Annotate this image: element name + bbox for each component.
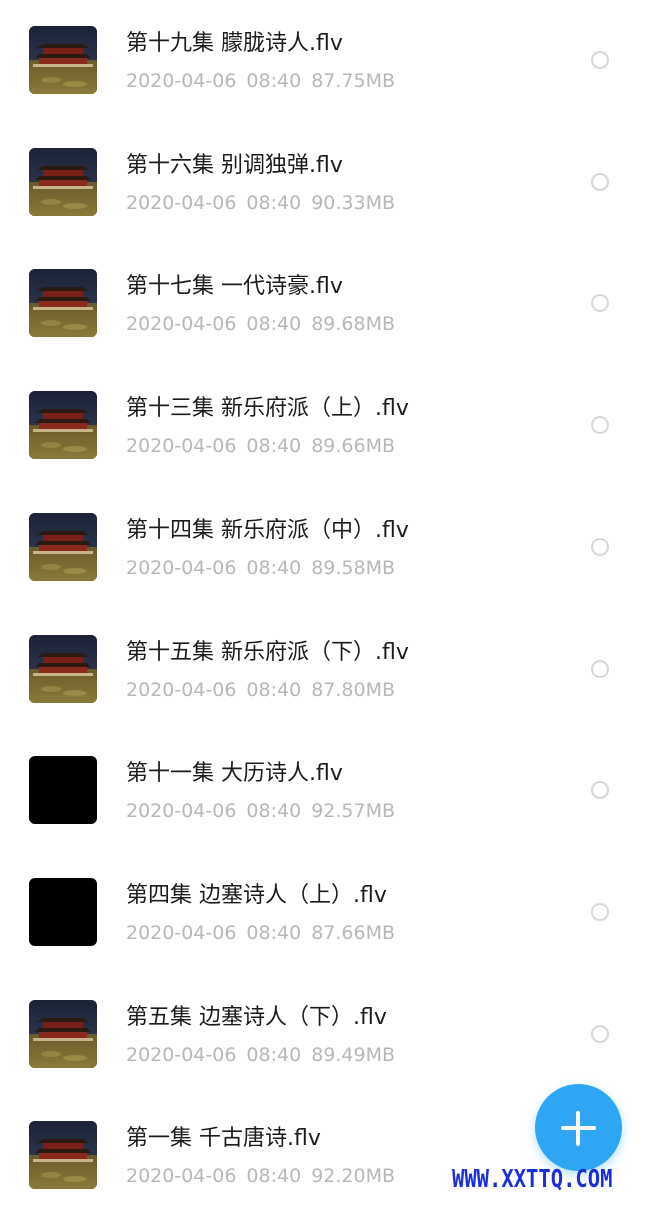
file-date: 2020-04-06 xyxy=(126,556,237,579)
palace-thumbnail[interactable] xyxy=(29,26,97,94)
file-date: 2020-04-06 xyxy=(126,435,237,458)
file-time: 08:40 xyxy=(246,191,302,214)
file-time: 08:40 xyxy=(246,1043,302,1066)
file-meta: 2020-04-06 08:40 87.80MB xyxy=(126,678,405,702)
file-name: 第四集 边塞诗人（上）.flv xyxy=(126,882,387,908)
file-time: 08:40 xyxy=(246,435,302,458)
file-size: 89.66MB xyxy=(311,435,396,458)
file-name: 第一集 千古唐诗.flv xyxy=(126,1126,321,1152)
file-time: 08:40 xyxy=(246,556,302,579)
file-list-item[interactable]: 第十六集 别调独弹.flv 2020-04-06 08:40 90.33MB xyxy=(0,122,650,242)
select-radio-button[interactable] xyxy=(591,51,609,69)
file-list-item[interactable]: 第十七集 一代诗豪.flv 2020-04-06 08:40 89.68MB xyxy=(0,243,650,363)
palace-image-icon xyxy=(29,147,97,216)
file-size: 87.75MB xyxy=(311,70,396,92)
file-list-item[interactable]: 第十九集 朦胧诗人.flv 2020-04-06 08:40 87.75MB xyxy=(0,0,650,120)
file-time: 08:40 xyxy=(246,800,302,823)
palace-thumbnail[interactable] xyxy=(29,147,97,216)
file-date: 2020-04-06 xyxy=(126,1043,237,1066)
file-time: 08:40 xyxy=(246,1165,302,1188)
file-meta: 2020-04-06 08:40 89.58MB xyxy=(126,556,405,580)
file-name: 第五集 边塞诗人（下）.flv xyxy=(126,1004,387,1030)
file-name: 第十九集 朦胧诗人.flv xyxy=(126,31,343,56)
watermark-text: WWW.XXTTQ.COM xyxy=(452,1164,613,1193)
select-radio-button[interactable] xyxy=(591,1024,609,1043)
palace-image-icon xyxy=(29,26,97,94)
file-date: 2020-04-06 xyxy=(126,678,237,701)
palace-thumbnail[interactable] xyxy=(29,999,97,1068)
add-button[interactable] xyxy=(535,1084,622,1171)
file-date: 2020-04-06 xyxy=(126,191,237,214)
select-radio-button[interactable] xyxy=(591,902,609,921)
file-size: 89.49MB xyxy=(311,1043,396,1066)
file-name: 第十五集 新乐府派（下）.flv xyxy=(126,639,409,665)
file-meta: 2020-04-06 08:40 92.57MB xyxy=(126,799,405,823)
palace-thumbnail[interactable] xyxy=(29,269,97,338)
palace-thumbnail[interactable] xyxy=(29,391,97,460)
palace-image-icon xyxy=(29,512,97,581)
palace-thumbnail[interactable] xyxy=(29,634,97,703)
file-list-item[interactable]: 第十一集 大历诗人.flv 2020-04-06 08:40 92.57MB xyxy=(0,730,650,850)
black-thumbnail[interactable] xyxy=(29,756,97,825)
file-date: 2020-04-06 xyxy=(126,921,237,944)
file-size: 87.66MB xyxy=(311,921,396,944)
select-radio-button[interactable] xyxy=(591,416,609,435)
file-size: 92.20MB xyxy=(311,1165,396,1188)
file-size: 87.80MB xyxy=(311,678,396,701)
file-meta: 2020-04-06 08:40 89.49MB xyxy=(126,1043,405,1067)
select-radio-button[interactable] xyxy=(591,172,609,191)
palace-thumbnail[interactable] xyxy=(29,512,97,581)
file-meta: 2020-04-06 08:40 87.75MB xyxy=(126,69,405,93)
file-date: 2020-04-06 xyxy=(126,70,237,92)
file-meta: 2020-04-06 08:40 92.20MB xyxy=(126,1164,405,1188)
palace-image-icon xyxy=(29,634,97,703)
file-date: 2020-04-06 xyxy=(126,800,237,823)
file-list-item[interactable]: 第十四集 新乐府派（中）.flv 2020-04-06 08:40 89.58MB xyxy=(0,487,650,607)
file-meta: 2020-04-06 08:40 89.66MB xyxy=(126,434,405,458)
file-list-item[interactable]: 第十五集 新乐府派（下）.flv 2020-04-06 08:40 87.80MB xyxy=(0,609,650,729)
file-meta: 2020-04-06 08:40 90.33MB xyxy=(126,191,405,215)
palace-image-icon xyxy=(29,391,97,460)
file-time: 08:40 xyxy=(246,70,302,92)
select-radio-button[interactable] xyxy=(591,659,609,678)
file-size: 90.33MB xyxy=(311,191,396,214)
palace-image-icon xyxy=(29,999,97,1068)
black-thumbnail[interactable] xyxy=(29,877,97,946)
file-name: 第十七集 一代诗豪.flv xyxy=(126,274,343,300)
file-list-item[interactable]: 第四集 边塞诗人（上）.flv 2020-04-06 08:40 87.66MB xyxy=(0,852,650,972)
palace-image-icon xyxy=(29,269,97,338)
select-radio-button[interactable] xyxy=(591,781,609,800)
file-size: 89.58MB xyxy=(311,556,396,579)
file-time: 08:40 xyxy=(246,678,302,701)
file-date: 2020-04-06 xyxy=(126,313,237,336)
select-radio-button[interactable] xyxy=(591,294,609,313)
file-meta: 2020-04-06 08:40 89.68MB xyxy=(126,312,405,336)
palace-image-icon xyxy=(29,1121,97,1190)
select-radio-button[interactable] xyxy=(591,537,609,556)
file-list-item[interactable]: 第十三集 新乐府派（上）.flv 2020-04-06 08:40 89.66MB xyxy=(0,365,650,485)
file-name: 第十四集 新乐府派（中）.flv xyxy=(126,517,409,543)
file-size: 89.68MB xyxy=(311,313,396,336)
file-name: 第十三集 新乐府派（上）.flv xyxy=(126,396,409,422)
file-size: 92.57MB xyxy=(311,800,396,823)
palace-thumbnail[interactable] xyxy=(29,1121,97,1190)
file-name: 第十六集 别调独弹.flv xyxy=(126,152,343,178)
file-name: 第十一集 大历诗人.flv xyxy=(126,761,343,787)
file-date: 2020-04-06 xyxy=(126,1165,237,1188)
file-time: 08:40 xyxy=(246,921,302,944)
file-meta: 2020-04-06 08:40 87.66MB xyxy=(126,921,405,945)
file-time: 08:40 xyxy=(246,313,302,336)
file-list-item[interactable]: 第五集 边塞诗人（下）.flv 2020-04-06 08:40 89.49MB xyxy=(0,974,650,1094)
